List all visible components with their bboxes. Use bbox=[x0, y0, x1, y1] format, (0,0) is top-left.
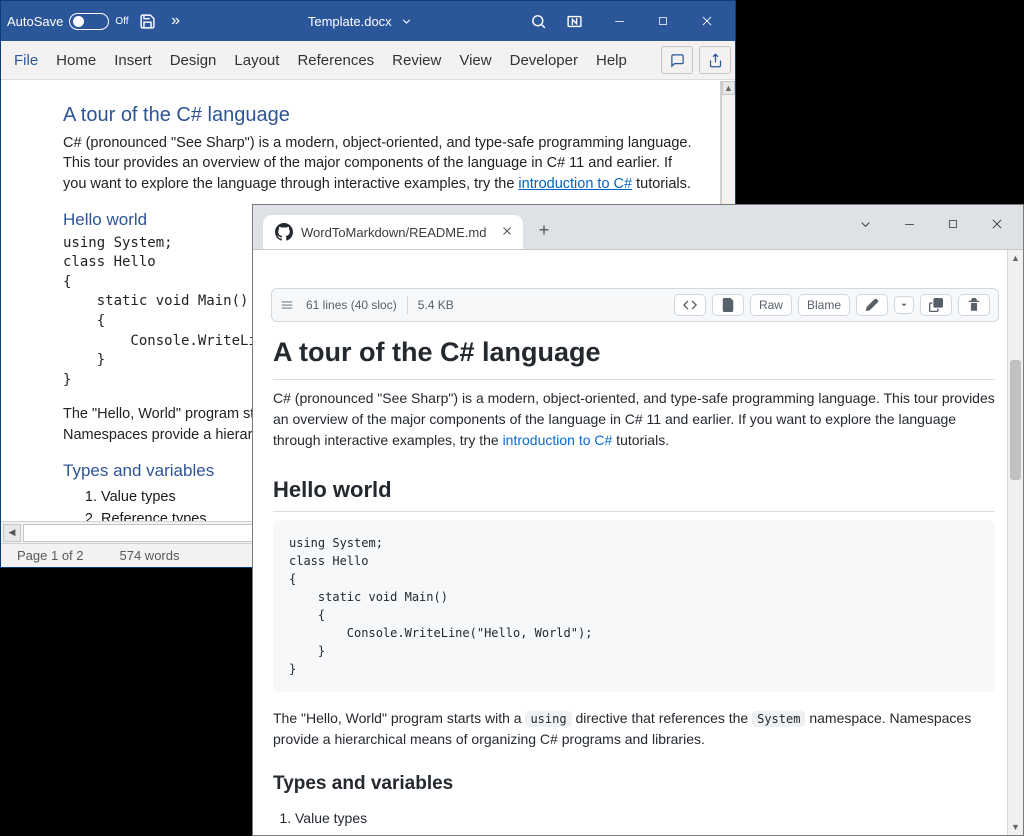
maximize-button[interactable] bbox=[931, 209, 975, 239]
scroll-thumb[interactable] bbox=[1010, 360, 1021, 480]
word-ribbon-tabs: File Home Insert Design Layout Reference… bbox=[1, 41, 735, 80]
delete-button[interactable] bbox=[958, 294, 990, 316]
gh-link-intro[interactable]: introduction to C# bbox=[503, 432, 613, 448]
ribbon-mode-icon[interactable] bbox=[565, 12, 583, 30]
menu-design[interactable]: Design bbox=[161, 46, 226, 75]
scroll-up-icon[interactable]: ▲ bbox=[722, 81, 735, 95]
tabs-chevron-icon[interactable] bbox=[843, 209, 887, 239]
browser-vertical-scrollbar[interactable]: ▲ ▼ bbox=[1007, 250, 1023, 835]
gh-heading-text: A tour of the C# language bbox=[273, 337, 601, 367]
gh-heading-1: 🔗 A tour of the C# language bbox=[273, 332, 995, 380]
rendered-button[interactable] bbox=[712, 294, 744, 316]
share-button[interactable] bbox=[699, 46, 731, 74]
gh-list-item: Value types bbox=[295, 808, 995, 829]
gh-heading-2: 🔗 Hello world bbox=[273, 473, 995, 512]
close-button[interactable] bbox=[685, 1, 729, 41]
save-icon[interactable] bbox=[139, 12, 157, 30]
gh-heading-2: 🔗 Types and variables bbox=[273, 770, 995, 799]
search-icon[interactable] bbox=[529, 12, 547, 30]
scroll-left-icon[interactable]: ◀ bbox=[3, 524, 21, 542]
menu-layout[interactable]: Layout bbox=[225, 46, 288, 75]
list-icon[interactable] bbox=[280, 298, 294, 312]
autosave-pill-icon[interactable] bbox=[69, 13, 109, 30]
menu-view[interactable]: View bbox=[450, 46, 500, 75]
gh-inline-code: System bbox=[752, 711, 805, 727]
gh-text: tutorials. bbox=[612, 432, 669, 448]
github-file-toolbar: 61 lines (40 sloc) 5.4 KB Raw Blame bbox=[271, 288, 999, 322]
github-icon bbox=[275, 223, 293, 241]
gh-heading-text: Hello world bbox=[273, 477, 392, 502]
minimize-button[interactable] bbox=[597, 1, 641, 41]
chevron-down-icon[interactable] bbox=[398, 12, 416, 30]
gh-paragraph: The "Hello, World" program starts with a… bbox=[273, 708, 995, 750]
status-words[interactable]: 574 words bbox=[120, 548, 180, 563]
new-tab-button[interactable]: + bbox=[529, 215, 559, 245]
browser-tabstrip: WordToMarkdown/README.md + bbox=[253, 205, 1023, 249]
tab-close-icon[interactable] bbox=[501, 225, 513, 240]
menu-review[interactable]: Review bbox=[383, 46, 450, 75]
document-title-text: Template.docx bbox=[308, 14, 392, 29]
close-button[interactable] bbox=[975, 209, 1019, 239]
file-lines: 61 lines (40 sloc) bbox=[306, 298, 397, 312]
browser-window: WordToMarkdown/README.md + 61 lines (40 bbox=[252, 204, 1024, 836]
minimize-button[interactable] bbox=[887, 209, 931, 239]
menu-references[interactable]: References bbox=[288, 46, 383, 75]
blame-button[interactable]: Blame bbox=[798, 294, 850, 316]
menu-help[interactable]: Help bbox=[587, 46, 636, 75]
raw-button[interactable]: Raw bbox=[750, 294, 792, 316]
doc-heading-1: A tour of the C# language bbox=[63, 101, 698, 129]
file-size: 5.4 KB bbox=[418, 298, 454, 312]
more-tools-icon[interactable]: » bbox=[167, 12, 185, 30]
comments-button[interactable] bbox=[661, 46, 693, 74]
status-page[interactable]: Page 1 of 2 bbox=[17, 548, 84, 563]
word-titlebar: AutoSave Off » Template.docx bbox=[1, 1, 735, 41]
edit-button[interactable] bbox=[856, 294, 888, 316]
menu-insert[interactable]: Insert bbox=[105, 46, 161, 75]
gh-list: Value types Reference types. bbox=[295, 808, 995, 835]
browser-tab[interactable]: WordToMarkdown/README.md bbox=[263, 215, 523, 249]
gh-heading-text: Types and variables bbox=[273, 773, 453, 794]
menu-file[interactable]: File bbox=[5, 46, 47, 75]
tab-title: WordToMarkdown/README.md bbox=[301, 225, 493, 240]
github-readme-content: 🔗 A tour of the C# language C# (pronounc… bbox=[273, 332, 995, 835]
doc-link-intro[interactable]: introduction to C# bbox=[518, 176, 632, 192]
gh-paragraph: C# (pronounced "See Sharp") is a modern,… bbox=[273, 388, 995, 451]
menu-developer[interactable]: Developer bbox=[501, 46, 587, 75]
scroll-down-icon[interactable]: ▼ bbox=[1008, 819, 1023, 835]
gh-inline-code: using bbox=[525, 711, 571, 727]
copy-button[interactable] bbox=[920, 294, 952, 316]
doc-paragraph: C# (pronounced "See Sharp") is a modern,… bbox=[63, 133, 698, 194]
edit-dropdown-button[interactable] bbox=[894, 296, 914, 314]
source-button[interactable] bbox=[674, 294, 706, 316]
gh-text: The "Hello, World" program starts with a bbox=[273, 710, 525, 726]
gh-text: directive that references the bbox=[572, 710, 753, 726]
autosave-state: Off bbox=[115, 16, 128, 27]
maximize-button[interactable] bbox=[641, 1, 685, 41]
autosave-label: AutoSave bbox=[7, 14, 63, 29]
doc-text: tutorials. bbox=[632, 176, 691, 192]
scroll-up-icon[interactable]: ▲ bbox=[1008, 250, 1023, 266]
browser-viewport: 61 lines (40 sloc) 5.4 KB Raw Blame bbox=[253, 249, 1023, 835]
menu-home[interactable]: Home bbox=[47, 46, 105, 75]
autosave-toggle[interactable]: AutoSave Off bbox=[7, 13, 129, 30]
document-title[interactable]: Template.docx bbox=[308, 12, 416, 30]
gh-code-block: using System; class Hello { static void … bbox=[273, 520, 995, 692]
